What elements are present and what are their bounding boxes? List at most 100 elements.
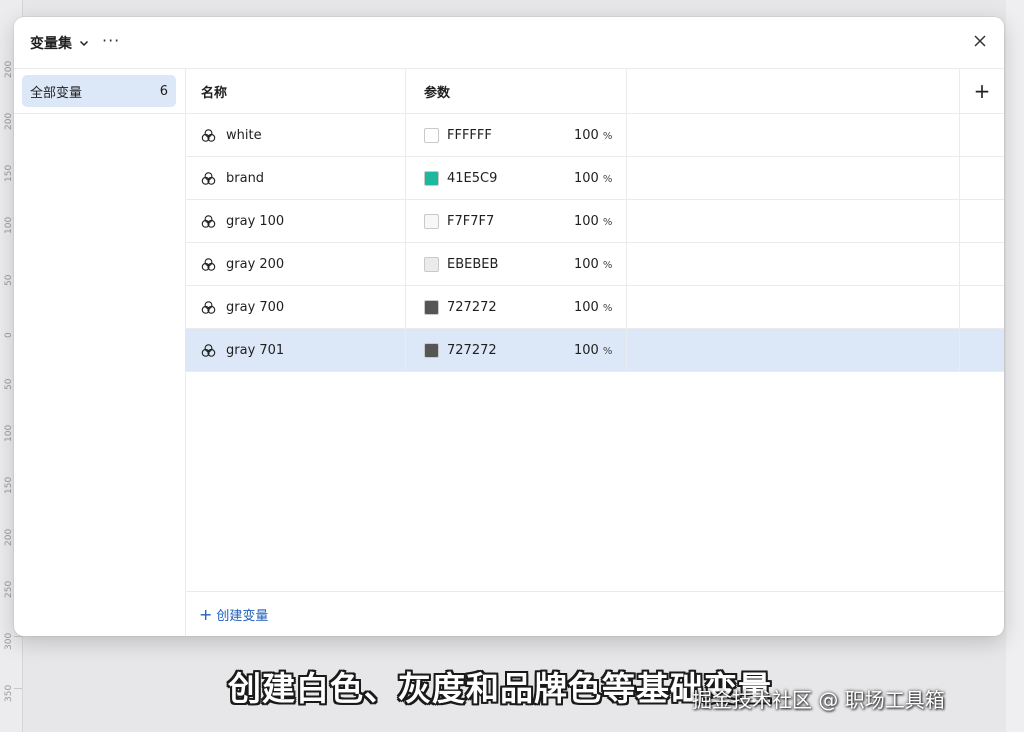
color-variable-icon xyxy=(201,214,216,228)
empty-add-cell xyxy=(960,286,1004,328)
background-panel xyxy=(1006,0,1024,732)
variable-name: gray 100 xyxy=(226,213,285,229)
create-variable-button[interactable]: + 创建变量 xyxy=(199,605,268,625)
watermark: 掘金技术社区 @ 职场工具箱 xyxy=(692,688,945,712)
variable-name: white xyxy=(226,127,262,143)
variable-set-dialog: 变量集 ··· 全部变量 6 名称 参数 + white FFFFFF 100% br… xyxy=(14,17,1004,636)
sidebar-item-all-variables[interactable]: 全部变量 6 xyxy=(22,75,176,107)
hex-value: 727272 xyxy=(447,342,497,358)
opacity-number: 100 xyxy=(574,170,599,186)
ruler-tick-label: 200 xyxy=(4,528,14,546)
variable-value-cell[interactable]: 727272 100% xyxy=(406,286,627,328)
empty-add-cell xyxy=(960,200,1004,242)
empty-cell xyxy=(627,157,960,199)
empty-cell xyxy=(627,114,960,156)
table-header-row: 名称 参数 + xyxy=(185,69,1004,114)
variable-name-cell[interactable]: white xyxy=(185,114,406,156)
opacity-value: 100% xyxy=(574,257,612,272)
hex-value: 727272 xyxy=(447,299,497,315)
variable-name-cell[interactable]: gray 700 xyxy=(185,286,406,328)
empty-cell xyxy=(627,329,960,371)
table-row[interactable]: gray 200 EBEBEB 100% xyxy=(185,243,1004,286)
empty-cell xyxy=(627,286,960,328)
color-swatch[interactable] xyxy=(424,127,439,143)
empty-add-cell xyxy=(960,329,1004,371)
ruler-tick-label: 150 xyxy=(4,476,14,494)
sidebar-item-count: 6 xyxy=(159,83,168,99)
variable-set-dropdown[interactable]: 变量集 xyxy=(30,33,90,53)
color-variable-icon xyxy=(201,300,216,314)
variable-value-cell[interactable]: F7F7F7 100% xyxy=(406,200,627,242)
opacity-number: 100 xyxy=(574,342,599,358)
plus-icon: + xyxy=(199,605,213,624)
opacity-unit: % xyxy=(602,302,613,314)
table-row[interactable]: brand 41E5C9 100% xyxy=(185,157,1004,200)
dialog-title: 变量集 xyxy=(30,36,72,52)
opacity-value: 100% xyxy=(574,300,612,315)
opacity-value: 100% xyxy=(574,214,612,229)
ruler-tick-label: 200 xyxy=(4,60,14,78)
ruler-tick-label: 50 xyxy=(4,378,14,390)
variable-value-cell[interactable]: 727272 100% xyxy=(406,329,627,371)
color-variable-icon xyxy=(201,171,216,185)
color-swatch[interactable] xyxy=(424,256,439,272)
ruler-tick-label: 250 xyxy=(4,580,14,598)
opacity-unit: % xyxy=(602,130,613,142)
empty-add-cell xyxy=(960,114,1004,156)
footer-divider xyxy=(185,591,1004,592)
ruler-tick-label: 100 xyxy=(4,424,14,442)
variable-value-cell[interactable]: 41E5C9 100% xyxy=(406,157,627,199)
color-variable-icon xyxy=(201,128,216,142)
video-subtitle: 创建白色、灰度和品牌色等基础变量 xyxy=(228,669,772,708)
variable-name: gray 701 xyxy=(226,342,285,358)
opacity-number: 100 xyxy=(574,299,599,315)
color-variable-icon xyxy=(201,257,216,271)
opacity-unit: % xyxy=(602,345,613,357)
variables-table: 名称 参数 + white FFFFFF 100% brand 41E5C9 100% gr… xyxy=(185,69,1004,591)
column-header-name: 名称 xyxy=(185,69,406,113)
add-column-button[interactable]: + xyxy=(960,69,1004,113)
variable-name: gray 700 xyxy=(226,299,285,315)
column-header-value: 参数 xyxy=(406,69,627,113)
color-swatch[interactable] xyxy=(424,299,439,315)
variable-name: brand xyxy=(226,170,265,186)
variable-name-cell[interactable]: gray 701 xyxy=(185,329,406,371)
ruler-tick-label: 0 xyxy=(4,332,14,338)
opacity-value: 100% xyxy=(574,343,612,358)
table-row[interactable]: gray 700 727272 100% xyxy=(185,286,1004,329)
empty-add-cell xyxy=(960,243,1004,285)
dialog-header: 变量集 ··· xyxy=(14,17,1004,69)
table-row[interactable]: gray 100 F7F7F7 100% xyxy=(185,200,1004,243)
color-variable-icon xyxy=(201,343,216,357)
more-options-button[interactable]: ··· xyxy=(102,31,120,50)
ruler-tick-label: 200 xyxy=(4,112,14,130)
color-swatch[interactable] xyxy=(424,213,439,229)
sidebar: 全部变量 6 xyxy=(14,69,186,636)
close-icon[interactable] xyxy=(972,33,988,49)
variable-name-cell[interactable]: gray 200 xyxy=(185,243,406,285)
opacity-unit: % xyxy=(602,259,613,271)
opacity-unit: % xyxy=(602,173,613,185)
variable-value-cell[interactable]: FFFFFF 100% xyxy=(406,114,627,156)
ruler-tick-mark xyxy=(14,636,22,637)
opacity-number: 100 xyxy=(574,127,599,143)
empty-cell xyxy=(627,243,960,285)
hex-value: F7F7F7 xyxy=(447,213,495,229)
chevron-down-icon xyxy=(79,40,89,47)
table-row[interactable]: white FFFFFF 100% xyxy=(185,114,1004,157)
variable-name: gray 200 xyxy=(226,256,285,272)
sidebar-divider xyxy=(14,113,185,114)
variable-value-cell[interactable]: EBEBEB 100% xyxy=(406,243,627,285)
color-swatch[interactable] xyxy=(424,342,439,358)
hex-value: 41E5C9 xyxy=(447,170,498,186)
hex-value: FFFFFF xyxy=(447,127,492,143)
ruler-tick-mark xyxy=(14,688,22,689)
opacity-value: 100% xyxy=(574,128,612,143)
color-swatch[interactable] xyxy=(424,170,439,186)
empty-cell xyxy=(627,200,960,242)
opacity-value: 100% xyxy=(574,171,612,186)
ruler-tick-label: 50 xyxy=(4,274,14,286)
variable-name-cell[interactable]: brand xyxy=(185,157,406,199)
variable-name-cell[interactable]: gray 100 xyxy=(185,200,406,242)
table-row[interactable]: gray 701 727272 100% xyxy=(185,329,1004,372)
